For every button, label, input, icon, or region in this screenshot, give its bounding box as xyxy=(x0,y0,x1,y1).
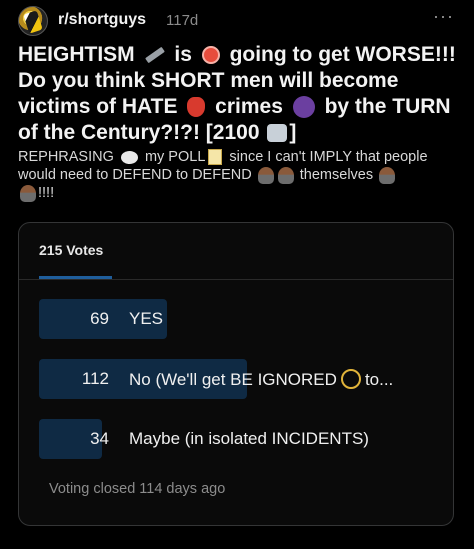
goblin-mask-icon xyxy=(187,97,206,118)
votes-count: 215 Votes xyxy=(39,242,104,258)
poll-option-label: YES xyxy=(129,309,164,328)
post-age: 117d xyxy=(166,12,199,29)
poll-option-count: 34 xyxy=(90,429,109,448)
poll-option-no[interactable]: 112 No (We'll get BE IGNORED to... xyxy=(39,359,439,399)
person-gesturing-no-icon xyxy=(20,184,36,202)
post-body: REPHRASING my POLL since I can't IMPLY t… xyxy=(18,148,462,202)
body-text: REPHRASING xyxy=(18,149,114,165)
title-text: ] xyxy=(289,121,297,144)
body-text: themselves xyxy=(299,167,374,183)
voting-closed-text: Voting closed 114 days ago xyxy=(49,481,226,497)
body-text: my POLL xyxy=(144,149,206,165)
poll-option-label-text: to... xyxy=(364,370,394,389)
title-text: is xyxy=(174,43,192,66)
community-name[interactable]: r/shortguys xyxy=(58,11,146,29)
supervillain-icon xyxy=(292,96,315,119)
neutral-face-icon xyxy=(340,369,361,389)
alarm-clock-icon xyxy=(201,46,220,65)
poll-card: 215 Votes 69 YES 112 No (We'll get BE IG… xyxy=(18,222,454,526)
avatar[interactable] xyxy=(18,6,48,36)
title-text: crimes xyxy=(215,95,283,118)
poll-option-count: 69 xyxy=(90,309,109,328)
person-gesturing-no-icon xyxy=(277,166,294,184)
poll-option-count: 112 xyxy=(81,369,109,388)
divider xyxy=(19,279,453,280)
poll-option-yes[interactable]: 69 YES xyxy=(39,299,439,339)
poll-option-maybe[interactable]: 34 Maybe (in isolated INCIDENTS) xyxy=(39,419,439,459)
memo-icon xyxy=(208,149,223,166)
ruler-icon xyxy=(144,47,165,64)
poll-option-label: Maybe (in isolated INCIDENTS) xyxy=(129,429,369,448)
poll-option-label-text: No (We'll get BE IGNORED xyxy=(129,370,337,389)
person-gesturing-no-icon xyxy=(257,166,274,184)
more-options-icon[interactable]: ··· xyxy=(433,6,454,27)
person-gesturing-no-icon xyxy=(379,166,396,184)
post-header: r/shortguys 117d ··· xyxy=(18,6,458,36)
poll-option-label: No (We'll get BE IGNORED to... xyxy=(129,369,393,390)
speech-bubble-icon xyxy=(120,150,138,164)
body-text: !!!! xyxy=(38,185,55,201)
post-title: HEIGHTISM is going to get WORSE!!! Do yo… xyxy=(18,42,462,146)
title-text: HEIGHTISM xyxy=(18,43,135,66)
robot-icon xyxy=(267,124,288,143)
